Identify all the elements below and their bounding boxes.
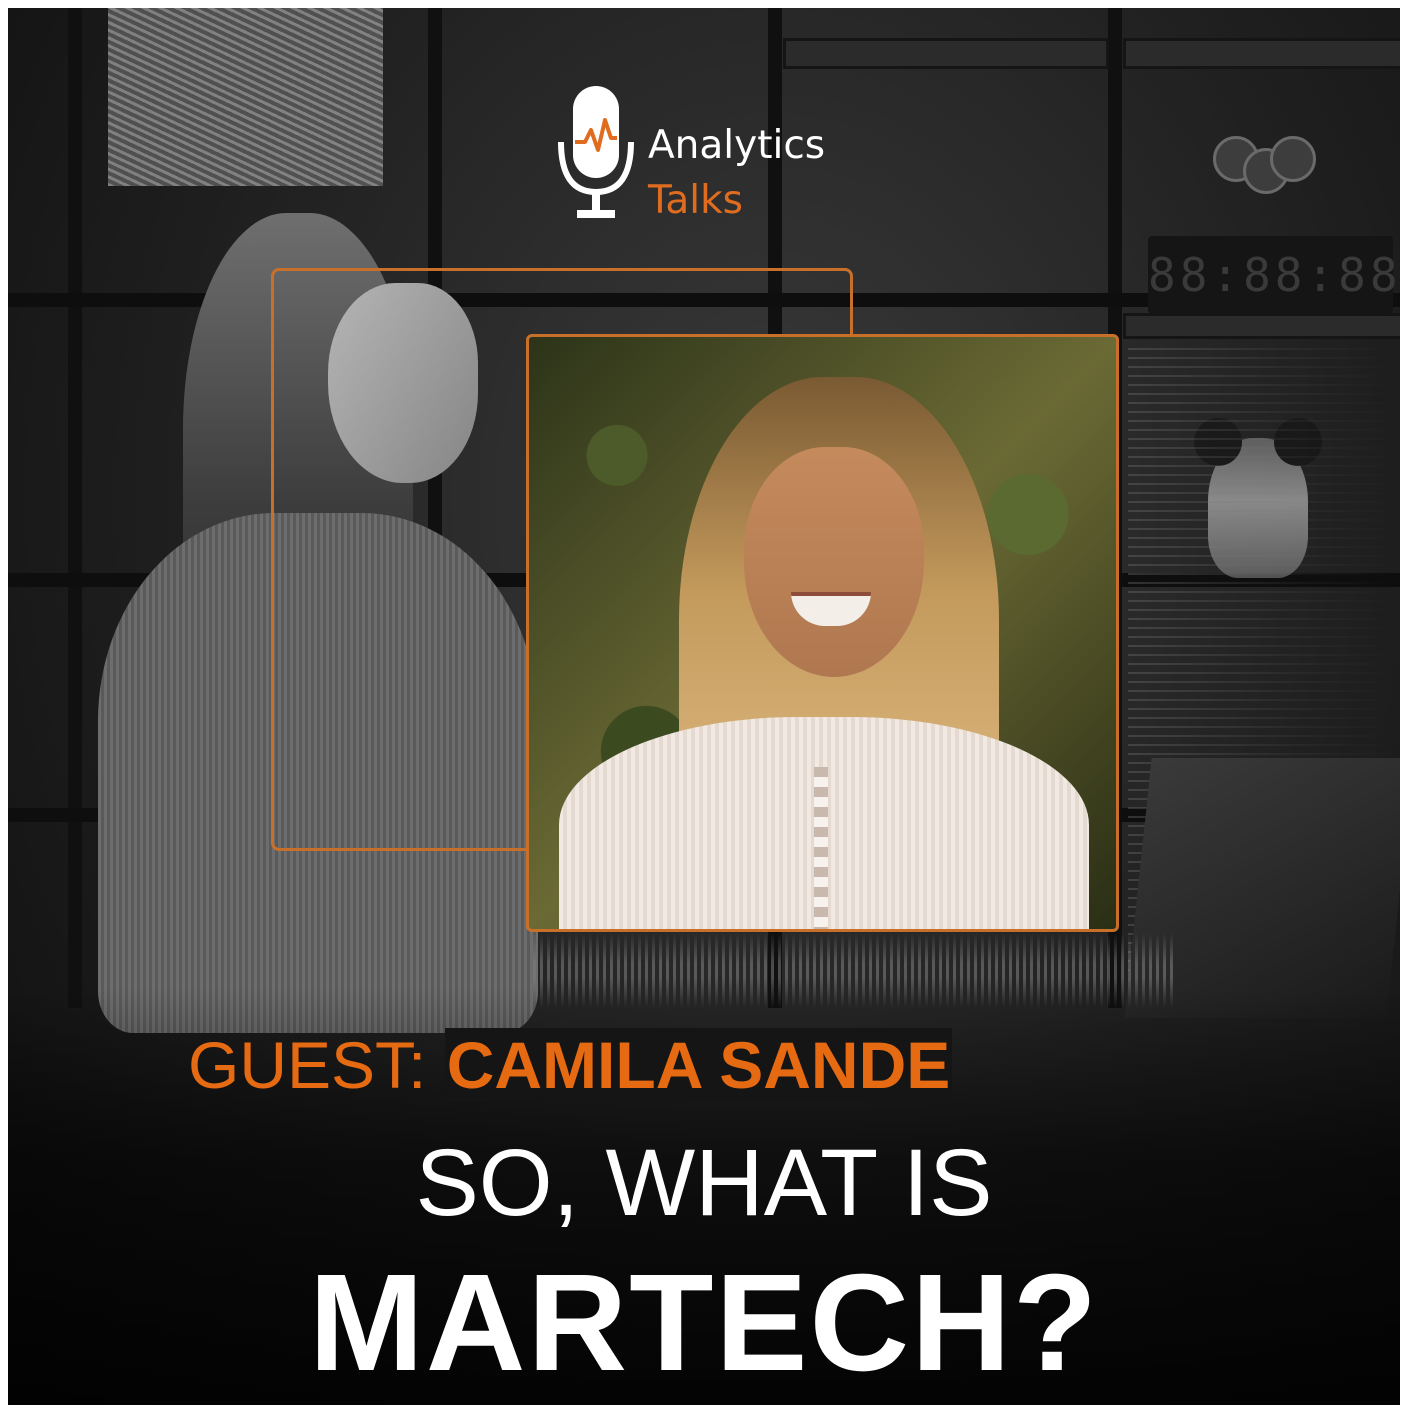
guest-name: CAMILA SANDE <box>444 1028 953 1102</box>
medal-icon <box>1270 136 1316 182</box>
guest-photo <box>526 334 1119 932</box>
shelf-box <box>1123 313 1400 339</box>
shelf-box <box>1123 38 1400 69</box>
analytics-talks-logo: Analytics Talks <box>551 80 871 230</box>
guest-line: GUEST: CAMILA SANDE <box>188 1025 953 1105</box>
microphone-chart-icon <box>558 86 634 218</box>
logo-text-talks: Talks <box>648 178 744 223</box>
guest-label: GUEST: <box>188 1028 427 1102</box>
episode-title: MARTECH? <box>308 1246 1100 1400</box>
podcast-cover: 88:88:88 Analytics Talks GUEST: CAMILA S… <box>8 8 1400 1405</box>
wall-poster <box>108 8 383 186</box>
shelf-post <box>68 8 82 1008</box>
logo-text-analytics: Analytics <box>648 123 826 168</box>
guest-face <box>744 447 924 677</box>
shelf-box <box>783 38 1109 69</box>
digital-clock: 88:88:88 <box>1148 236 1398 314</box>
guest-lace <box>814 767 828 929</box>
episode-subtitle: SO, WHAT IS <box>415 1130 993 1236</box>
